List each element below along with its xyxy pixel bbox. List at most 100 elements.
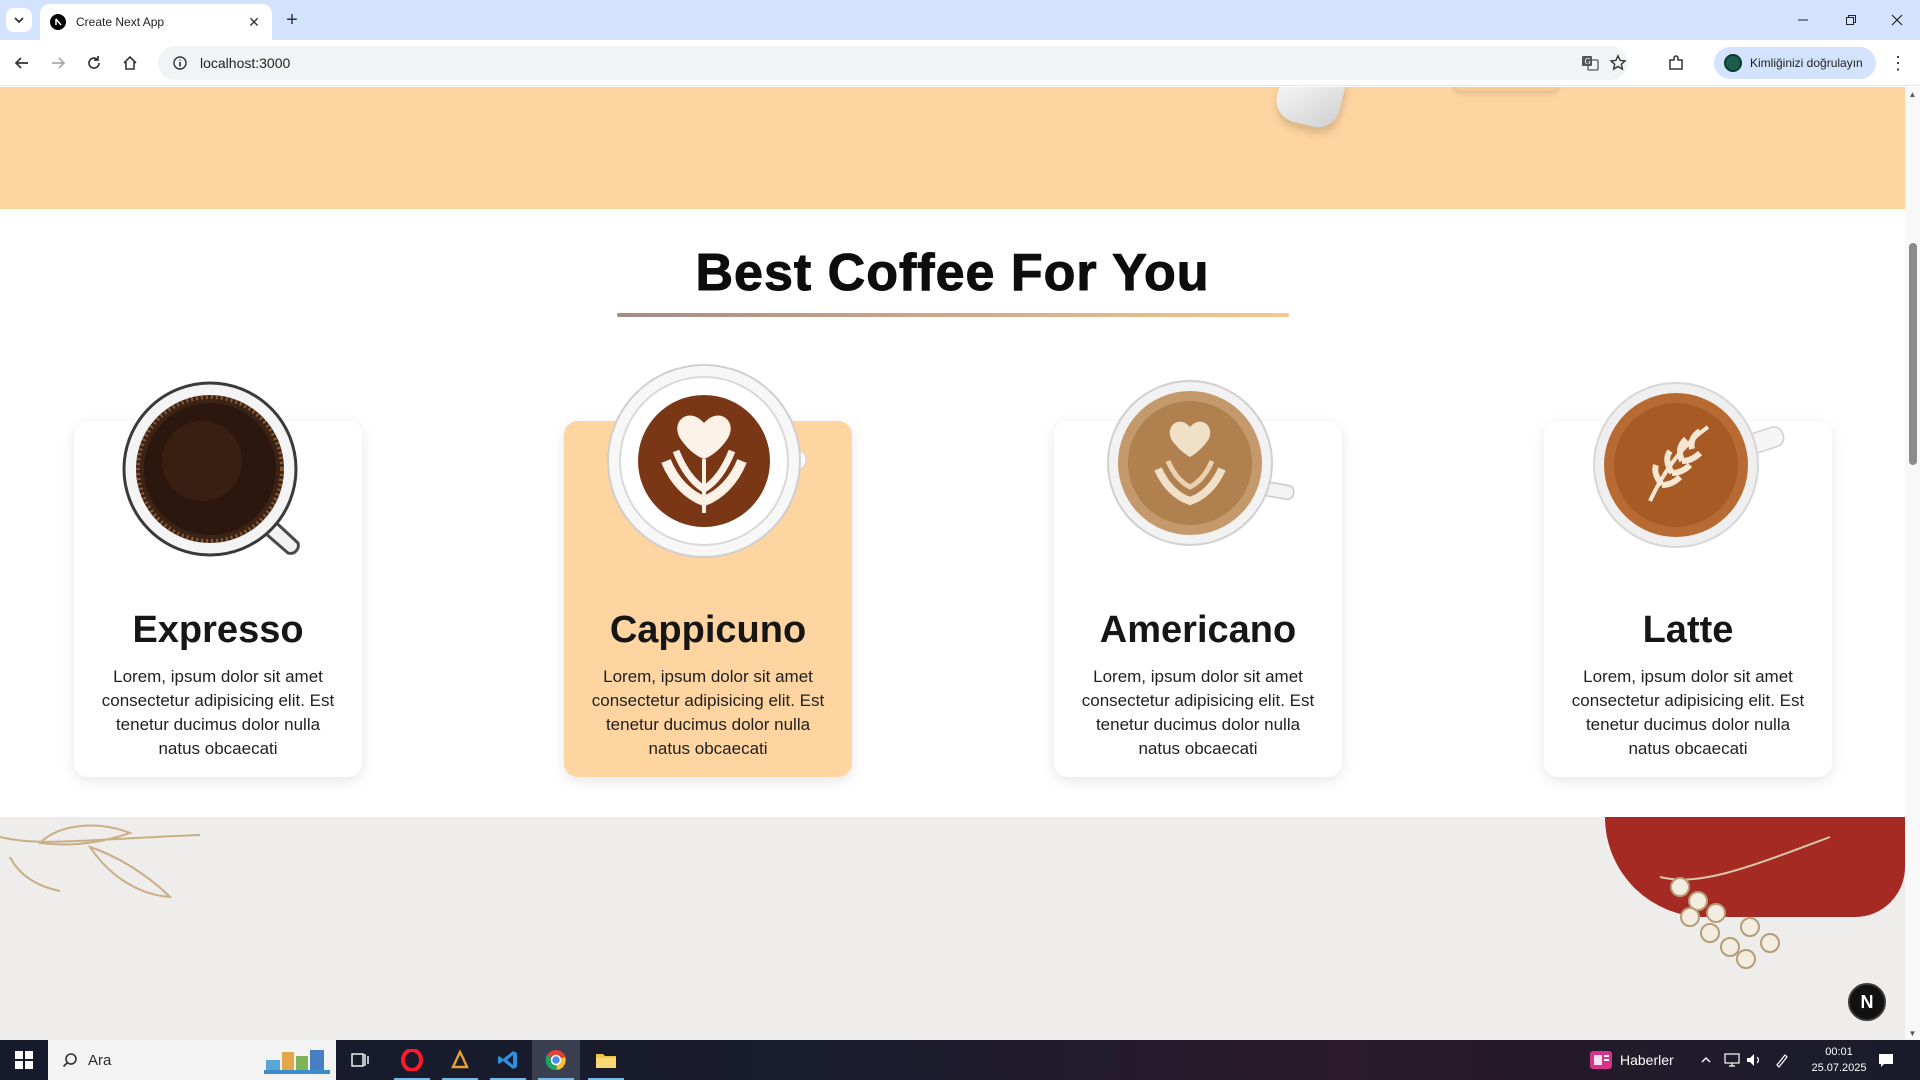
espresso-cup-image	[122, 381, 300, 557]
app-icon	[451, 1049, 469, 1069]
product-card-expresso[interactable]: Expresso Lorem, ipsum dolor sit amet con…	[74, 381, 362, 777]
file-explorer-taskbar-button[interactable]	[582, 1040, 630, 1080]
taskbar-search[interactable]: Ara	[48, 1040, 336, 1080]
new-tab-button[interactable]: +	[280, 8, 304, 32]
blender-taskbar-button[interactable]	[436, 1040, 484, 1080]
title-underline	[617, 313, 1289, 317]
nextjs-dev-indicator-button[interactable]: N	[1848, 983, 1886, 1021]
nextjs-favicon-icon	[50, 14, 66, 30]
product-name: Expresso	[132, 609, 304, 651]
volume-control[interactable]	[1746, 1040, 1762, 1080]
taskbar-clock[interactable]: 00:01 25.07.2025	[1804, 1044, 1874, 1076]
reload-icon	[88, 56, 100, 69]
home-button[interactable]	[118, 51, 142, 75]
chevron-down-icon	[14, 17, 24, 24]
latte-cup-image	[1593, 382, 1785, 548]
product-card-latte[interactable]: Latte Lorem, ipsum dolor sit amet consec…	[1544, 382, 1832, 777]
notification-center-button[interactable]	[1878, 1040, 1894, 1080]
berry-branch-decoration	[1659, 836, 1831, 969]
pen-icon	[1776, 1054, 1788, 1068]
show-hidden-icons-button[interactable]	[1700, 1040, 1712, 1080]
browser-tab-strip: Create Next App ✕ +	[0, 0, 1920, 40]
cappuccino-cup-image	[607, 364, 807, 558]
extensions-button[interactable]	[1664, 51, 1688, 75]
chevron-up-icon	[1701, 1057, 1711, 1063]
product-card-americano[interactable]: Americano Lorem, ipsum dolor sit amet co…	[1054, 380, 1342, 777]
address-bar[interactable]: localhost:3000 G	[158, 46, 1628, 80]
scrollbar-thumb[interactable]	[1909, 243, 1917, 465]
nextjs-badge-label: N	[1860, 991, 1874, 1012]
browser-toolbar: localhost:3000 G Kimliğinizi doğrulayın …	[0, 40, 1920, 86]
search-placeholder: Ara	[88, 1051, 112, 1069]
product-name: Americano	[1099, 609, 1297, 651]
active-tab[interactable]: Create Next App ✕	[40, 4, 272, 40]
page-scrollbar[interactable]: ▲ ▼	[1905, 87, 1920, 1040]
folder-icon	[596, 1054, 616, 1068]
task-view-button[interactable]	[336, 1040, 384, 1080]
close-tab-icon[interactable]: ✕	[246, 14, 262, 30]
americano-cup-image	[1107, 380, 1295, 546]
minimize-icon	[1798, 19, 1808, 21]
section-title: Best Coffee For You	[695, 244, 1210, 303]
opera-icon	[401, 1049, 423, 1071]
reload-button[interactable]	[82, 51, 106, 75]
tab-title: Create Next App	[76, 15, 165, 29]
network-status[interactable]	[1724, 1040, 1740, 1080]
product-description: Lorem, ipsum dolor sit amet consectetur …	[591, 667, 825, 758]
search-highlight-illustration-icon	[264, 1050, 330, 1074]
product-name: Latte	[1642, 609, 1734, 651]
product-description: Lorem, ipsum dolor sit amet consectetur …	[101, 667, 335, 758]
task-view-icon	[351, 1053, 369, 1067]
chrome-icon	[545, 1050, 566, 1071]
product-name: Cappicuno	[609, 609, 807, 651]
scroll-up-arrow-icon[interactable]: ▲	[1905, 87, 1920, 101]
opera-taskbar-button[interactable]	[388, 1040, 436, 1080]
url-text: localhost:3000	[200, 55, 291, 71]
clock-time: 00:01	[1825, 1046, 1853, 1058]
chrome-taskbar-button[interactable]	[532, 1040, 580, 1080]
news-label: Haberler	[1620, 1052, 1674, 1068]
decorative-background	[0, 817, 1905, 1040]
search-icon	[62, 1053, 77, 1068]
page-viewport: Best Coffee For You Expresso Lorem, ipsu…	[0, 87, 1905, 1040]
close-window-button[interactable]	[1874, 0, 1920, 40]
tab-search-button[interactable]	[6, 8, 32, 32]
avatar	[1724, 54, 1742, 72]
minimize-button[interactable]	[1780, 0, 1826, 40]
back-button[interactable]	[10, 51, 34, 75]
site-info-icon[interactable]	[172, 55, 188, 71]
bookmark-star-icon[interactable]	[1604, 46, 1632, 80]
leaf-branch-decoration	[0, 824, 201, 899]
product-card-cappicuno[interactable]: Cappicuno Lorem, ipsum dolor sit amet co…	[564, 364, 852, 777]
profile-button[interactable]: Kimliğinizi doğrulayın	[1714, 47, 1876, 79]
product-description: Lorem, ipsum dolor sit amet consectetur …	[1571, 667, 1805, 758]
notification-icon	[1879, 1054, 1893, 1067]
product-description: Lorem, ipsum dolor sit amet consectetur …	[1081, 667, 1315, 758]
hero-button-edge[interactable]	[1452, 87, 1560, 91]
translate-icon[interactable]: G	[1576, 46, 1604, 80]
arrow-left-icon	[14, 57, 28, 69]
speaker-icon	[1747, 1054, 1760, 1066]
hero-banner	[0, 87, 1905, 209]
news-icon	[1590, 1051, 1612, 1069]
hero-cup-image	[1271, 87, 1349, 132]
browser-menu-icon[interactable]: ⋮	[1886, 51, 1910, 75]
start-button[interactable]	[0, 1040, 48, 1080]
windows-taskbar: Ara Haberler 00:01 25.07.2025	[0, 1040, 1920, 1080]
vscode-taskbar-button[interactable]	[484, 1040, 532, 1080]
restore-button[interactable]	[1828, 0, 1874, 40]
pen-menu[interactable]	[1774, 1040, 1790, 1080]
home-icon	[123, 55, 137, 70]
windows-logo-icon	[15, 1051, 33, 1069]
news-widget[interactable]: Haberler	[1590, 1040, 1674, 1080]
vscode-icon	[498, 1051, 517, 1069]
puzzle-icon	[1669, 55, 1683, 70]
profile-label: Kimliğinizi doğrulayın	[1750, 56, 1863, 70]
forward-button[interactable]	[46, 51, 70, 75]
restore-icon	[1846, 15, 1856, 25]
arrow-right-icon	[52, 57, 66, 69]
scroll-down-arrow-icon[interactable]: ▼	[1905, 1026, 1920, 1040]
clock-date: 25.07.2025	[1811, 1062, 1867, 1074]
close-icon	[1891, 14, 1903, 26]
network-icon	[1724, 1053, 1740, 1067]
